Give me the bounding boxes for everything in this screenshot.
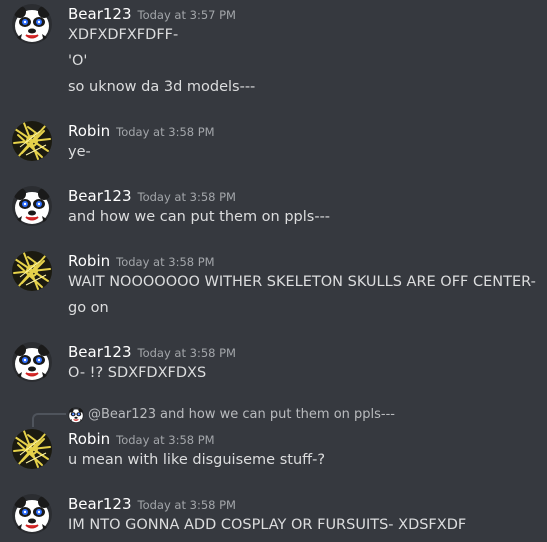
timestamp: Today at 3:58 PM	[116, 255, 215, 269]
message-header: Bear123 Today at 3:58 PM	[68, 494, 236, 514]
robin-avatar-icon[interactable]	[12, 429, 52, 469]
timestamp: Today at 3:58 PM	[137, 498, 236, 512]
timestamp: Today at 3:58 PM	[116, 433, 215, 447]
chat-message-list: Bear123 Today at 3:57 PM XDFXDFXFDFF- 'O'…	[0, 0, 547, 542]
timestamp: Today at 3:58 PM	[116, 125, 215, 139]
message-header: Robin Today at 3:58 PM	[68, 429, 215, 449]
robin-avatar-icon[interactable]	[12, 121, 52, 161]
username[interactable]: Bear123	[68, 343, 132, 361]
username[interactable]: Robin	[68, 122, 110, 140]
message-header: Bear123 Today at 3:58 PM	[68, 186, 236, 206]
message-text: so uknow da 3d models---	[68, 79, 256, 95]
username[interactable]: Robin	[68, 252, 110, 270]
message-text: go on	[68, 300, 109, 316]
reply-text[interactable]: and how we can put them on ppls---	[160, 407, 395, 422]
message-header: Bear123 Today at 3:57 PM	[68, 4, 236, 24]
reply-preview[interactable]: @Bear123 and how we can put them on ppls-…	[88, 405, 395, 425]
bear123-avatar-icon[interactable]	[12, 4, 52, 44]
username[interactable]: Bear123	[68, 5, 132, 23]
robin-avatar-icon[interactable]	[12, 251, 52, 291]
bear123-avatar-icon[interactable]	[12, 342, 52, 382]
timestamp: Today at 3:58 PM	[137, 190, 236, 204]
message-header: Bear123 Today at 3:58 PM	[68, 342, 236, 362]
message-text: ye-	[68, 144, 91, 160]
reply-username[interactable]: @Bear123	[88, 407, 156, 422]
username[interactable]: Robin	[68, 430, 110, 448]
message-text: 'O'	[68, 53, 88, 69]
username[interactable]: Bear123	[68, 187, 132, 205]
bear123-avatar-icon[interactable]	[12, 494, 52, 534]
reply-avatar-icon[interactable]	[68, 407, 84, 423]
message-header: Robin Today at 3:58 PM	[68, 121, 215, 141]
message-text: and how we can put them on ppls---	[68, 209, 331, 225]
timestamp: Today at 3:57 PM	[137, 8, 236, 22]
message-text: O- !? SDXFDXFDXS	[68, 365, 207, 381]
message-text: IM NTO GONNA ADD COSPLAY OR FURSUITS- XD…	[68, 517, 467, 533]
username[interactable]: Bear123	[68, 495, 132, 513]
message-text: XDFXDFXFDFF-	[68, 27, 179, 43]
bear123-avatar-icon[interactable]	[12, 186, 52, 226]
reply-connector	[32, 413, 66, 427]
message-header: Robin Today at 3:58 PM	[68, 251, 215, 271]
message-text: WAIT NOOOOOOO WITHER SKELETON SKULLS ARE…	[68, 274, 536, 290]
message-text: u mean with like disguiseme stuff-?	[68, 452, 326, 468]
timestamp: Today at 3:58 PM	[137, 346, 236, 360]
